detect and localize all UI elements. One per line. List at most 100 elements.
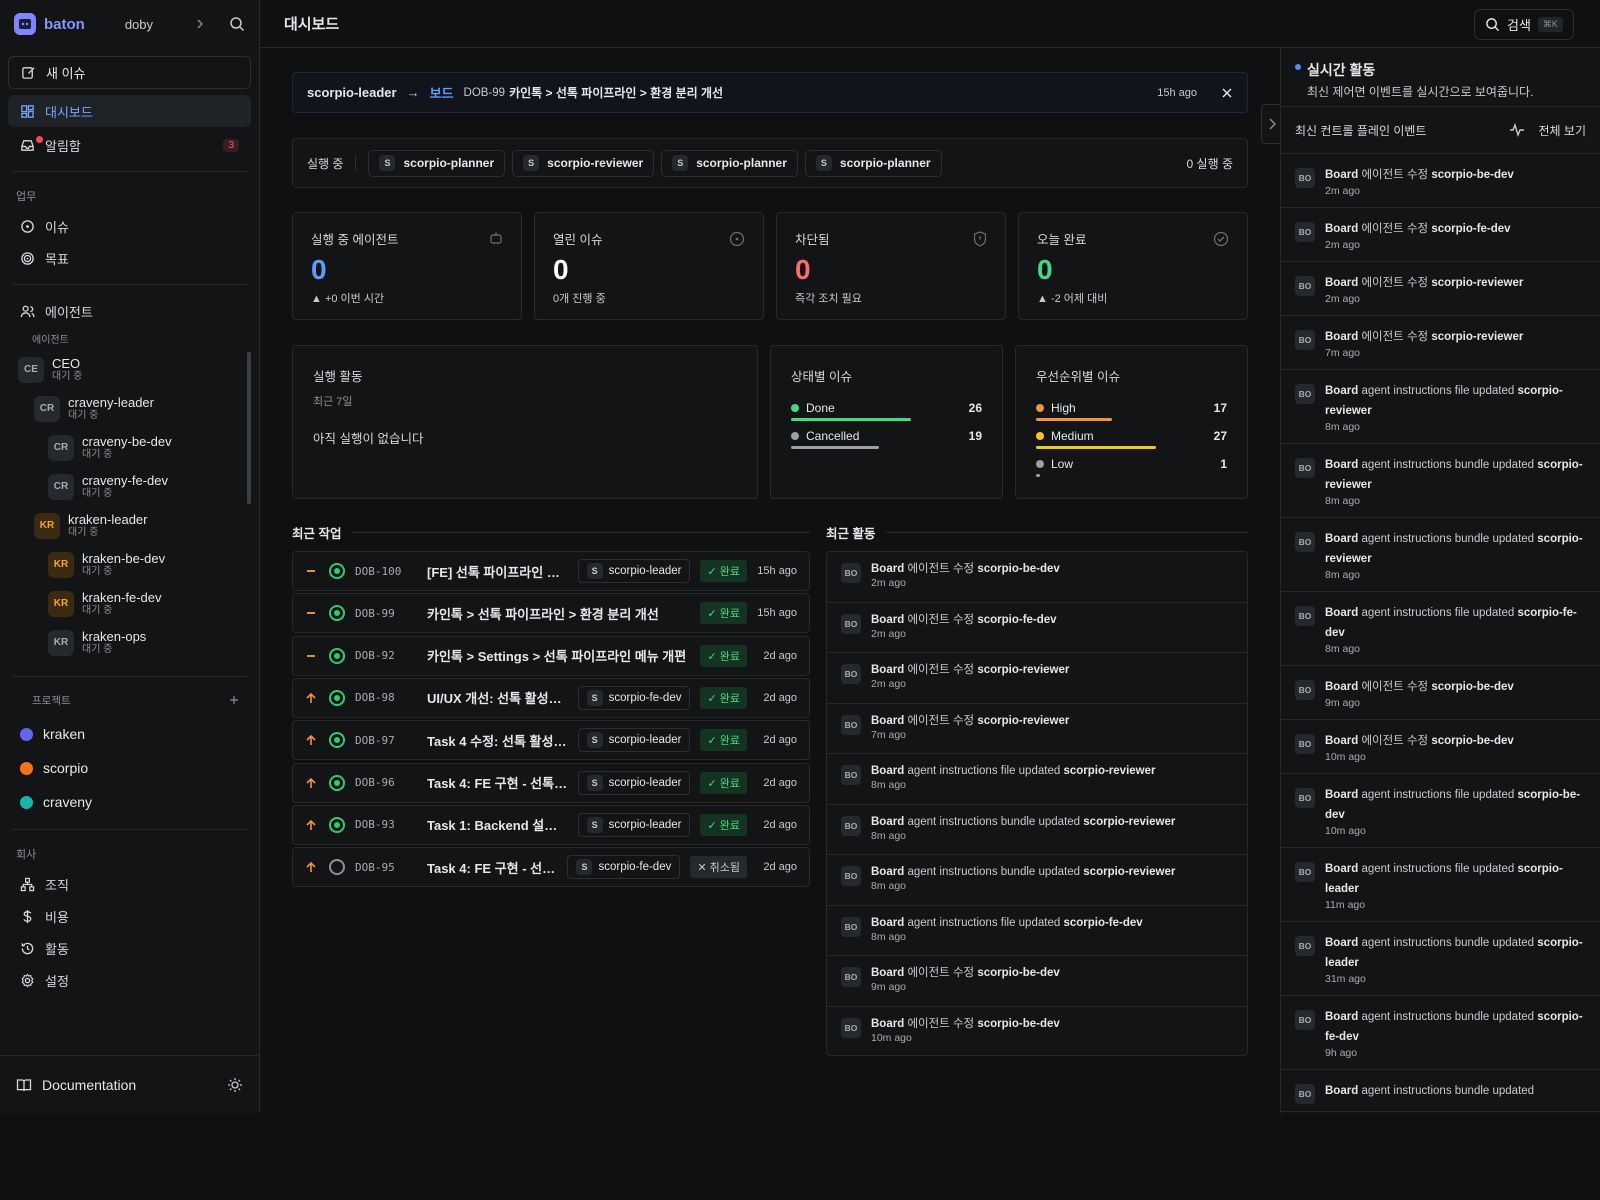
nav-org[interactable]: 조직 (8, 868, 251, 900)
live-event-row[interactable]: BO Board agent instructions bundle update… (1281, 1070, 1600, 1112)
priority-row[interactable]: Medium 27 (1036, 429, 1227, 457)
scrollbar[interactable] (247, 352, 251, 504)
task-title[interactable]: Task 4: FE 구현 - 선톡 ... (427, 773, 568, 792)
nav-activity[interactable]: 활동 (8, 932, 251, 964)
nav-agents[interactable]: 에이전트 (8, 295, 251, 327)
task-agent-chip[interactable]: Sscorpio-leader (577, 728, 691, 753)
task-agent-chip[interactable]: Sscorpio-leader (577, 559, 691, 583)
task-row[interactable]: DOB-92 카인톡 > Settings > 선톡 파이프라인 메뉴 개편 ✓ 완… (292, 635, 810, 676)
task-agent-chip[interactable]: Sscorpio-fe-dev (567, 855, 681, 880)
live-event-target[interactable]: scorpio-reviewer (1431, 277, 1523, 289)
task-row[interactable]: DOB-96 Task 4: FE 구현 - 선톡 ... Sscorpio-lea… (292, 762, 810, 803)
baton-logo-icon[interactable] (14, 13, 36, 35)
add-project-icon[interactable] (229, 695, 239, 705)
task-title[interactable]: Task 1: Backend 설정 A... (427, 815, 568, 834)
task-row[interactable]: DOB-95 Task 4: FE 구현 - 선톡 ... Sscorpio-fe-… (292, 847, 810, 888)
activity-row[interactable]: BO Board agent instructions file updated … (827, 754, 1247, 805)
task-row[interactable]: DOB-100 [FE] 선톡 파이프라인 환... Sscorpio-leader… (292, 551, 810, 591)
task-row[interactable]: DOB-97 Task 4 수정: 선톡 활성화 ... Sscorpio-lead… (292, 720, 810, 761)
status-row[interactable]: Cancelled 19 (791, 429, 982, 457)
theme-toggle-icon[interactable] (227, 1077, 243, 1093)
project-item[interactable]: scorpio (0, 751, 259, 785)
task-title[interactable]: Task 4: FE 구현 - 선톡 ... (427, 858, 557, 877)
agent-item[interactable]: KR kraken-fe-dev 대기 중 (0, 584, 259, 623)
activity-row[interactable]: BO Board agent instructions bundle update… (827, 855, 1247, 906)
activity-row[interactable]: BO Board 에이전트 수정 scorpio-be-dev 10m ago (827, 1007, 1247, 1058)
activity-target[interactable]: scorpio-reviewer (977, 664, 1069, 676)
live-event-row[interactable]: BO Board agent instructions bundle update… (1281, 996, 1600, 1070)
live-event-row[interactable]: BO Board 에이전트 수정 scorpio-be-dev 10m ago (1281, 720, 1600, 774)
project-item[interactable]: kraken (0, 717, 259, 751)
nav-inbox[interactable]: 알림함 3 (8, 129, 251, 161)
chevron-right-icon[interactable] (193, 17, 207, 31)
nav-goals[interactable]: 목표 (8, 242, 251, 274)
activity-target[interactable]: scorpio-fe-dev (977, 614, 1056, 626)
live-event-row[interactable]: BO Board agent instructions file updated … (1281, 592, 1600, 666)
close-icon[interactable] (1221, 87, 1233, 99)
live-event-row[interactable]: BO Board agent instructions file updated … (1281, 774, 1600, 848)
agent-item[interactable]: KR kraken-be-dev 대기 중 (0, 545, 259, 584)
agent-item[interactable]: CR craveny-be-dev 대기 중 (0, 428, 259, 467)
collapse-panel-button[interactable] (1261, 104, 1281, 144)
workspace-name[interactable]: doby (125, 17, 153, 32)
brand-name[interactable]: baton (44, 16, 85, 33)
banner-board-link[interactable]: 보드 (430, 83, 454, 102)
activity-target[interactable]: scorpio-be-dev (977, 967, 1059, 979)
task-title[interactable]: [FE] 선톡 파이프라인 환... (427, 562, 568, 581)
live-event-row[interactable]: BO Board agent instructions file updated … (1281, 370, 1600, 444)
live-event-target[interactable]: scorpio-be-dev (1431, 681, 1513, 693)
priority-row[interactable]: High 17 (1036, 401, 1227, 429)
live-event-row[interactable]: BO Board 에이전트 수정 scorpio-reviewer 2m ago (1281, 262, 1600, 316)
running-agent-chip[interactable]: Sscorpio-planner (368, 149, 506, 177)
task-agent-chip[interactable]: Sscorpio-leader (577, 812, 691, 837)
activity-target[interactable]: scorpio-reviewer (1083, 866, 1175, 878)
nav-settings[interactable]: 설정 (8, 964, 251, 996)
running-agent-chip[interactable]: Sscorpio-reviewer (512, 149, 655, 177)
running-agent-chip[interactable]: Sscorpio-planner (804, 149, 942, 177)
stat-card[interactable]: 열린 이슈 0 0개 진행 중 (534, 212, 764, 320)
activity-row[interactable]: BO Board 에이전트 수정 scorpio-reviewer 2m ago (827, 653, 1247, 704)
activity-target[interactable]: scorpio-reviewer (1083, 816, 1175, 828)
status-row[interactable]: Done 26 (791, 401, 982, 429)
view-all-button[interactable]: 전체 보기 (1509, 122, 1586, 139)
task-row[interactable]: DOB-93 Task 1: Backend 설정 A... Sscorpio-le… (292, 804, 810, 845)
live-event-row[interactable]: BO Board agent instructions bundle update… (1281, 444, 1600, 518)
activity-row[interactable]: BO Board 에이전트 수정 scorpio-be-dev 9m ago (827, 956, 1247, 1007)
stat-card[interactable]: 실행 중 에이전트 0 ▲ +0 이번 시간 (292, 212, 522, 320)
live-event-target[interactable]: scorpio-be-dev (1431, 169, 1513, 181)
live-event-row[interactable]: BO Board 에이전트 수정 scorpio-reviewer 7m ago (1281, 316, 1600, 370)
agent-item[interactable]: KR kraken-ops 대기 중 (0, 623, 259, 662)
task-row[interactable]: DOB-99 카인톡 > 선톡 파이프라인 > 환경 분리 개선 ✓ 완료 15h a… (292, 593, 810, 634)
stat-card[interactable]: 오늘 완료 0 ▲ -2 어제 대비 (1018, 212, 1248, 320)
nav-dashboard[interactable]: 대시보드 (8, 95, 251, 127)
agent-item[interactable]: CE CEO 대기 중 (0, 350, 259, 389)
live-event-target[interactable]: scorpio-reviewer (1431, 331, 1523, 343)
live-event-row[interactable]: BO Board agent instructions file updated … (1281, 848, 1600, 922)
new-issue-button[interactable]: 새 이슈 (8, 56, 251, 89)
activity-row[interactable]: BO Board 에이전트 수정 scorpio-reviewer 7m ago (827, 704, 1247, 754)
activity-row[interactable]: BO Board 에이전트 수정 scorpio-be-dev 2m ago (827, 552, 1247, 603)
agent-item[interactable]: CR craveny-fe-dev 대기 중 (0, 467, 259, 506)
live-run-banner[interactable]: scorpio-leader → 보드 DOB-99 카인톡 > 선톡 파이프라… (292, 72, 1248, 113)
task-agent-chip[interactable]: Sscorpio-leader (577, 770, 691, 795)
live-event-row[interactable]: BO Board agent instructions bundle update… (1281, 518, 1600, 592)
stat-card[interactable]: 차단됨 0 즉각 조치 필요 (776, 212, 1006, 320)
live-event-row[interactable]: BO Board 에이전트 수정 scorpio-fe-dev 2m ago (1281, 208, 1600, 262)
task-title[interactable]: UI/UX 개선: 선톡 활성화 ... (427, 688, 568, 707)
live-event-row[interactable]: BO Board 에이전트 수정 scorpio-be-dev 2m ago (1281, 154, 1600, 208)
activity-target[interactable]: scorpio-fe-dev (1063, 917, 1142, 929)
activity-target[interactable]: scorpio-reviewer (1063, 765, 1155, 777)
project-item[interactable]: craveny (0, 785, 259, 819)
search-icon[interactable] (229, 16, 245, 32)
task-title[interactable]: 카인톡 > 선톡 파이프라인 > 환경 분리 개선 (427, 604, 690, 623)
nav-costs[interactable]: 비용 (8, 900, 251, 932)
activity-target[interactable]: scorpio-be-dev (977, 1018, 1059, 1030)
agent-item[interactable]: KR kraken-leader 대기 중 (0, 506, 259, 545)
banner-issue-title[interactable]: 카인톡 > 선톡 파이프라인 > 환경 분리 개선 (509, 84, 723, 101)
activity-row[interactable]: BO Board agent instructions bundle update… (827, 805, 1247, 855)
activity-row[interactable]: BO Board 에이전트 수정 scorpio-fe-dev 2m ago (827, 603, 1247, 653)
live-event-row[interactable]: BO Board agent instructions bundle update… (1281, 922, 1600, 996)
live-event-row[interactable]: BO Board 에이전트 수정 scorpio-be-dev 9m ago (1281, 666, 1600, 720)
live-event-target[interactable]: scorpio-fe-dev (1431, 223, 1510, 235)
running-agent-chip[interactable]: Sscorpio-planner (661, 149, 798, 177)
